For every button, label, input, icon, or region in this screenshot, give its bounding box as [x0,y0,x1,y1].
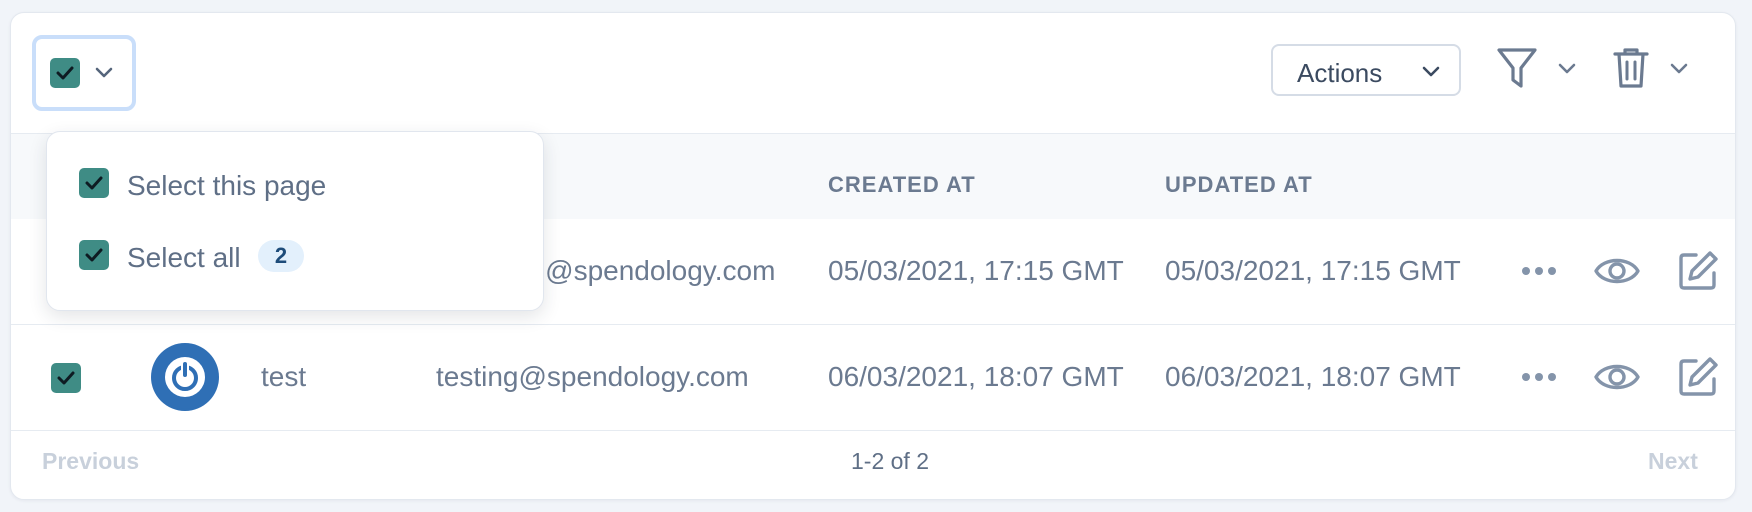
menu-item-select-all[interactable]: Select all 2 [47,226,543,286]
row-name: test [261,361,307,392]
table-row: test testing@spendology.com 06/03/2021, … [11,325,1735,431]
edit-icon[interactable] [1676,355,1720,399]
chevron-down-icon [95,67,113,78]
edit-icon[interactable] [1676,249,1720,293]
next-button[interactable]: Next [1648,448,1698,475]
eye-icon[interactable] [1593,251,1641,291]
chevron-down-icon [1558,63,1576,74]
row-email: on@spendology.com [514,255,776,286]
column-header-created-at[interactable]: CREATED AT [828,172,976,198]
pagination: Previous 1-2 of 2 Next [11,420,1735,499]
row-updated-at: 05/03/2021, 17:15 GMT [1165,255,1461,286]
power-icon [165,357,205,397]
bulk-select-menu: Select this page Select all 2 [46,131,544,311]
row-email: testing@spendology.com [436,361,749,392]
check-icon [85,176,103,190]
actions-dropdown[interactable]: Actions [1271,44,1461,96]
row-checkbox[interactable] [51,363,81,393]
select-page-checkbox[interactable] [79,168,109,198]
column-header-updated-at[interactable]: UPDATED AT [1165,172,1313,198]
select-page-label: Select this page [127,170,327,201]
check-icon [85,248,103,262]
resource-table-card: Actions CREATED AT UPDATED AT on@spendol… [10,12,1736,500]
actions-label: Actions [1297,58,1383,88]
filter-icon [1497,48,1537,88]
bulk-select-checkbox[interactable] [50,58,80,88]
chevron-down-icon [1422,66,1440,77]
more-horizontal-icon[interactable] [1521,265,1557,277]
bulk-select-button[interactable] [32,35,136,111]
filter-button[interactable] [1495,41,1595,97]
pagination-range: 1-2 of 2 [851,448,929,474]
previous-button[interactable]: Previous [42,448,139,475]
row-updated-at: 06/03/2021, 18:07 GMT [1165,361,1461,392]
delete-button[interactable] [1611,41,1711,97]
check-icon [57,371,75,385]
trash-icon [1613,48,1649,88]
more-horizontal-icon[interactable] [1521,371,1557,383]
table-toolbar: Actions [11,13,1735,133]
chevron-down-icon [1670,63,1688,74]
select-all-checkbox[interactable] [79,240,109,270]
avatar [153,345,217,409]
menu-item-select-page[interactable]: Select this page [47,154,543,214]
eye-icon[interactable] [1593,357,1641,397]
row-created-at: 06/03/2021, 18:07 GMT [828,361,1124,392]
select-all-count-badge: 2 [258,240,304,272]
select-all-label: Select all [127,242,241,273]
row-created-at: 05/03/2021, 17:15 GMT [828,255,1124,286]
check-icon [56,66,74,80]
